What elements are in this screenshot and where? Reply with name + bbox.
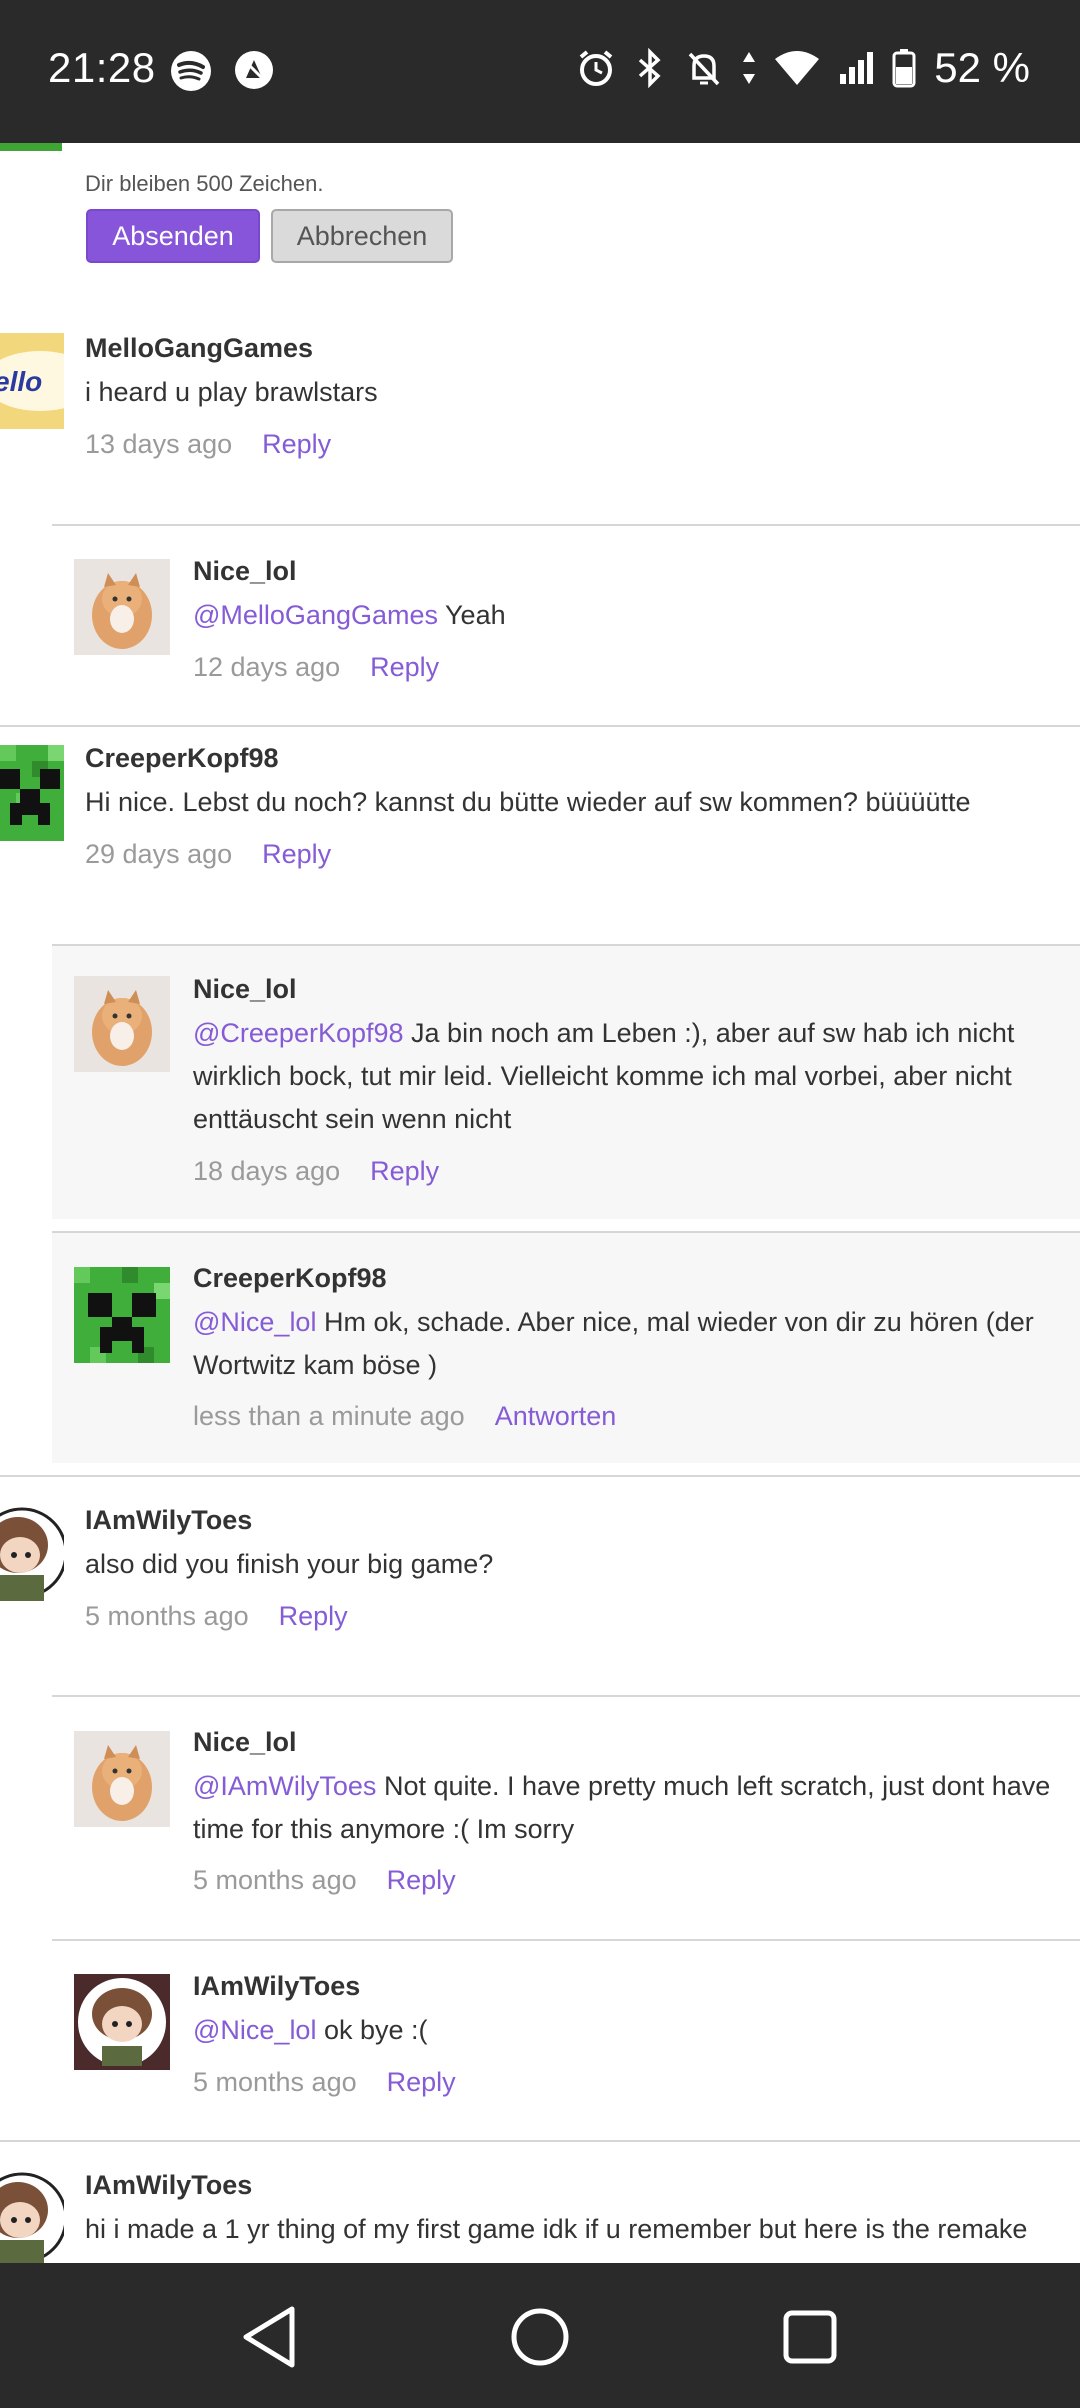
mention-link[interactable]: @MelloGangGames — [193, 600, 438, 630]
comment: CreeperKopf98 Hi nice. Lebst du noch? ka… — [0, 727, 1080, 927]
reply-link[interactable]: Reply — [279, 1601, 348, 1632]
comment-text: i heard u play brawlstars — [85, 377, 378, 407]
cat-photo-icon — [74, 976, 170, 1072]
reply-link[interactable]: Reply — [262, 429, 331, 460]
comment-username[interactable]: MelloGangGames — [85, 333, 313, 364]
comment-username[interactable]: IAmWilyToes — [85, 2170, 252, 2201]
comment-time: 13 days ago — [85, 429, 233, 459]
reply-link[interactable]: Reply — [387, 1865, 456, 1896]
comment-time: less than a minute ago — [193, 1401, 465, 1431]
creeper-avatar-icon — [0, 745, 64, 841]
comment-username[interactable]: Nice_lol — [193, 974, 297, 1005]
recents-icon[interactable] — [774, 2301, 846, 2373]
anime-girl-avatar-icon — [74, 1974, 170, 2070]
avatar[interactable] — [74, 1974, 170, 2070]
comment-text: @Nice_lol Hm ok, schade. Aber nice, mal … — [193, 1307, 1034, 1380]
status-time: 21:28 — [48, 44, 156, 91]
svg-text:ello: ello — [0, 366, 42, 397]
bluetooth-icon — [639, 48, 661, 88]
avatar[interactable] — [74, 1267, 170, 1363]
avatar[interactable] — [74, 1731, 170, 1827]
comment-text: @CreeperKopf98 Ja bin noch am Leben :), … — [193, 1018, 1015, 1134]
status-bar: 21:28 52 % — [0, 0, 1080, 143]
comment-text: @MelloGangGames Yeah — [193, 600, 506, 630]
own-avatar — [0, 143, 62, 151]
mention-link[interactable]: @Nice_lol — [193, 1307, 316, 1337]
cat-photo-icon — [74, 559, 170, 655]
avatar[interactable] — [74, 559, 170, 655]
comment-text: Hi nice. Lebst du noch? kannst du bütte … — [85, 787, 971, 817]
bell-off-icon — [688, 52, 720, 86]
comment-time: 12 days ago — [193, 652, 341, 682]
avatar[interactable] — [0, 2170, 64, 2263]
comment: IAmWilyToes also did you finish your big… — [0, 1477, 1080, 1687]
avatar[interactable]: ello — [0, 333, 64, 429]
creeper-avatar-icon — [74, 1267, 170, 1363]
signal-icon — [840, 52, 874, 84]
comment-text: hi i made a 1 yr thing of my first game … — [85, 2214, 1028, 2244]
comment-username[interactable]: CreeperKopf98 — [85, 743, 279, 774]
comment-text: @IAmWilyToes Not quite. I have pretty mu… — [193, 1771, 1051, 1844]
avatar[interactable] — [0, 745, 64, 841]
comment-text: also did you finish your big game? — [85, 1549, 494, 1579]
comment-username[interactable]: IAmWilyToes — [193, 1971, 360, 2002]
send-button[interactable]: Absenden — [86, 209, 260, 263]
mention-link[interactable]: @Nice_lol — [193, 2015, 316, 2045]
anime-girl-avatar-icon — [0, 2170, 64, 2263]
reply-link[interactable]: Antworten — [495, 1401, 617, 1432]
comment: ello MelloGangGames i heard u play brawl… — [0, 333, 1080, 523]
comment: IAmWilyToes hi i made a 1 yr thing of my… — [0, 2142, 1080, 2263]
comment-username[interactable]: Nice_lol — [193, 556, 297, 587]
cat-photo-icon — [74, 1731, 170, 1827]
comment-username[interactable]: CreeperKopf98 — [193, 1263, 387, 1294]
anime-girl-avatar-icon — [0, 1505, 64, 1601]
comment-reply: IAmWilyToes @Nice_lol ok bye :( 5 months… — [52, 1941, 1080, 2131]
remaining-characters: Dir bleiben 500 Zeichen. — [85, 171, 324, 196]
comment-text: @Nice_lol ok bye :( — [193, 2015, 428, 2045]
comment-reply: Nice_lol @MelloGangGames Yeah 12 days ag… — [52, 526, 1080, 726]
navigation-bar — [0, 2263, 1080, 2408]
home-icon[interactable] — [504, 2301, 576, 2373]
comment-time: 29 days ago — [85, 839, 233, 869]
wifi-icon — [775, 51, 820, 85]
data-arrows-icon — [743, 52, 756, 84]
battery-percentage: 52 % — [934, 44, 1030, 91]
mention-link[interactable]: @IAmWilyToes — [193, 1771, 376, 1801]
avatar[interactable] — [74, 976, 170, 1072]
mention-link[interactable]: @CreeperKopf98 — [193, 1018, 404, 1048]
back-icon[interactable] — [234, 2301, 306, 2373]
cancel-button[interactable]: Abbrechen — [271, 209, 453, 263]
comment-time: 18 days ago — [193, 1156, 341, 1186]
comment-time: 5 months ago — [193, 1865, 357, 1895]
alarm-icon — [579, 50, 613, 86]
reply-link[interactable]: Reply — [370, 1156, 439, 1187]
comment-time: 5 months ago — [193, 2067, 357, 2097]
battery-icon — [892, 49, 916, 88]
comment-reply: Nice_lol @CreeperKopf98 Ja bin noch am L… — [52, 946, 1080, 1219]
comment-time: 5 months ago — [85, 1601, 249, 1631]
avatar[interactable] — [0, 1505, 64, 1601]
spotify-icon — [171, 51, 211, 91]
reply-link[interactable]: Reply — [387, 2067, 456, 2098]
comment-reply: CreeperKopf98 @Nice_lol Hm ok, schade. A… — [52, 1233, 1080, 1463]
comment-reply: Nice_lol @IAmWilyToes Not quite. I have … — [52, 1697, 1080, 1937]
comment-username[interactable]: IAmWilyToes — [85, 1505, 252, 1536]
reply-link[interactable]: Reply — [370, 652, 439, 683]
reply-link[interactable]: Reply — [262, 839, 331, 870]
comment-username[interactable]: Nice_lol — [193, 1727, 297, 1758]
notification-app-icon — [235, 51, 273, 89]
comments-page[interactable]: Dir bleiben 500 Zeichen. Absenden Abbrec… — [0, 143, 1080, 2263]
mello-logo-icon: ello — [0, 333, 64, 429]
